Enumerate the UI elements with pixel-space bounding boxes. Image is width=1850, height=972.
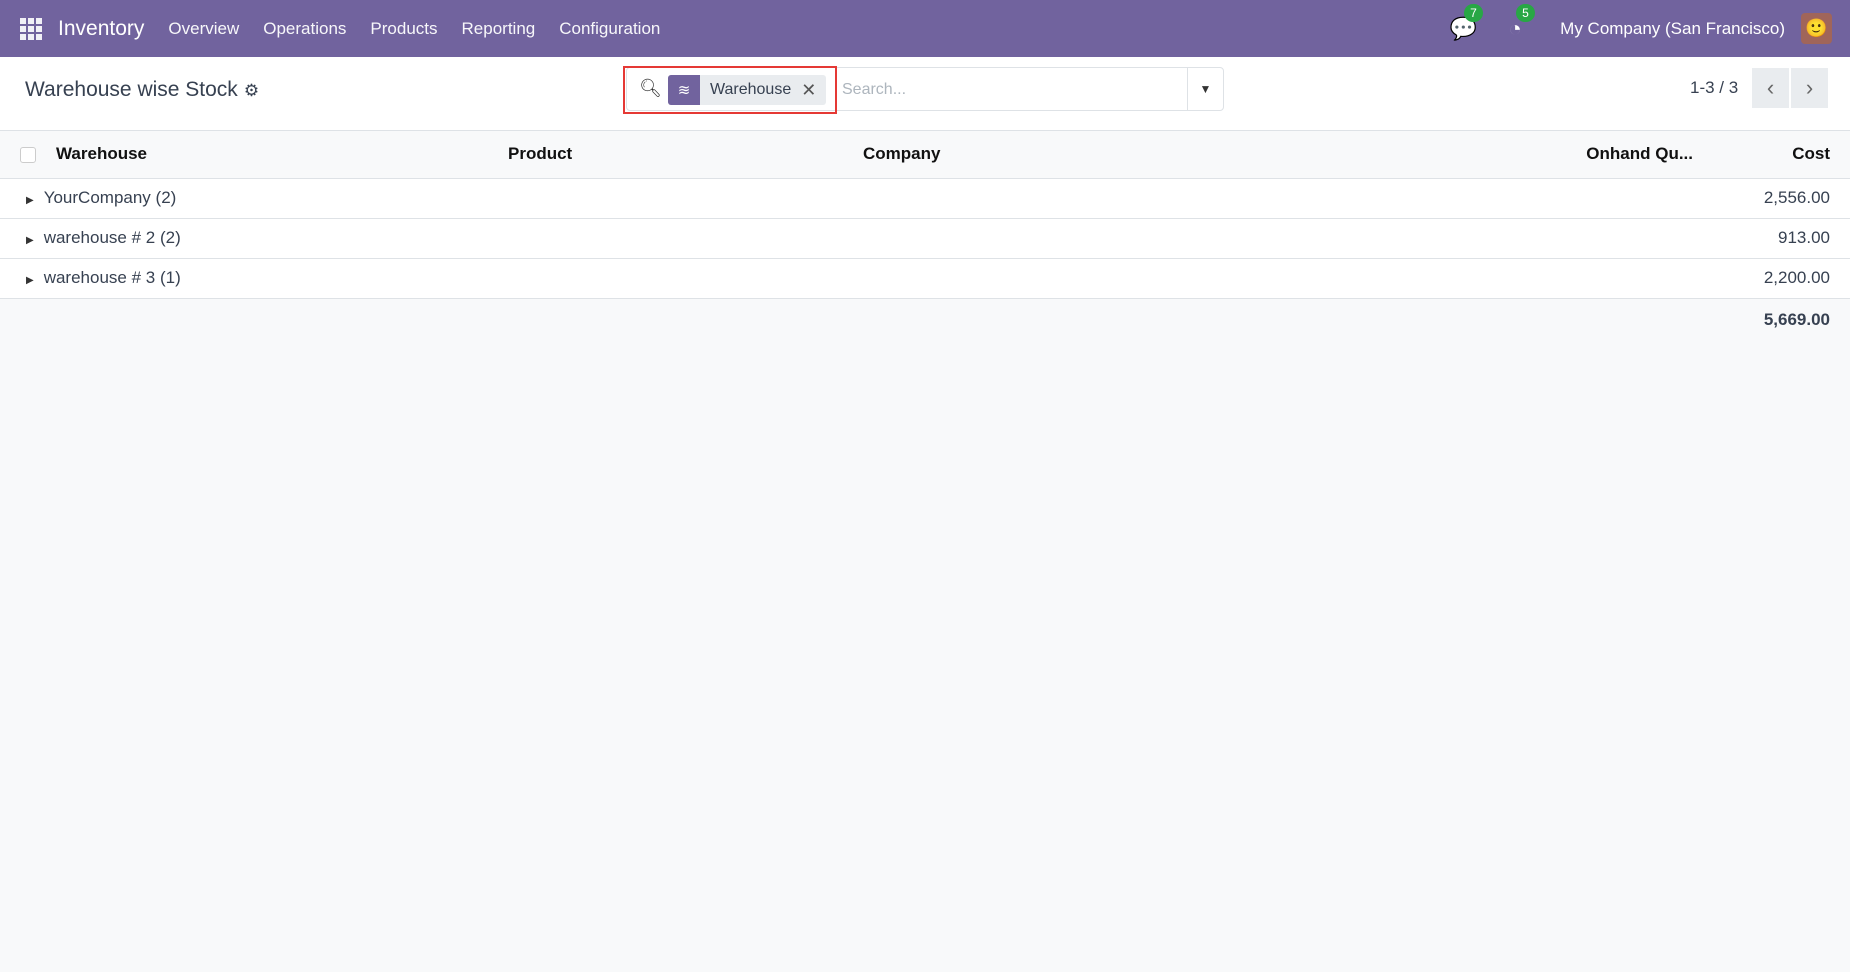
control-panel: Warehouse wise Stock⚙ 🔍︎ ≋ Warehouse ✕ ▼… <box>0 57 1850 131</box>
caret-right-icon: ▶ <box>26 235 34 246</box>
pager-value[interactable]: 1-3 / 3 <box>1690 78 1738 98</box>
menu-products[interactable]: Products <box>370 19 437 39</box>
gear-icon[interactable]: ⚙ <box>244 81 259 100</box>
top-navbar: Inventory Overview Operations Products R… <box>0 0 1850 57</box>
group-row[interactable]: ▶ YourCompany (2) 2,556.00 <box>0 178 1850 219</box>
company-switcher[interactable]: My Company (San Francisco) <box>1560 19 1785 39</box>
user-avatar[interactable]: 🙂 <box>1801 13 1832 44</box>
caret-right-icon: ▶ <box>26 275 34 286</box>
header-cost[interactable]: Cost <box>1693 131 1850 179</box>
menu-overview[interactable]: Overview <box>168 19 239 39</box>
messages-icon[interactable]: 💬 7 <box>1449 3 1483 42</box>
header-company[interactable]: Company <box>863 131 1493 179</box>
group-row[interactable]: ▶ warehouse # 3 (1) 2,200.00 <box>0 258 1850 299</box>
search-input[interactable] <box>842 76 1202 104</box>
activities-icon[interactable]: ◔ 5 <box>1502 3 1535 42</box>
activities-badge: 5 <box>1516 3 1535 22</box>
group-label: warehouse # 3 (1) <box>43 268 181 287</box>
list-table: Warehouse Product Company Onhand Qu... C… <box>0 131 1850 341</box>
group-cost: 2,200.00 <box>1693 258 1850 299</box>
chevron-down-icon[interactable]: ▼ <box>1187 68 1223 110</box>
group-cost: 2,556.00 <box>1693 178 1850 219</box>
total-cost: 5,669.00 <box>1693 298 1850 341</box>
group-label: warehouse # 2 (2) <box>43 228 181 247</box>
highlight-box <box>623 66 837 114</box>
pager-next-button[interactable]: › <box>1791 68 1828 108</box>
header-product[interactable]: Product <box>508 131 863 179</box>
menu-reporting[interactable]: Reporting <box>462 19 536 39</box>
menu-configuration[interactable]: Configuration <box>559 19 660 39</box>
header-onhand-qty[interactable]: Onhand Qu... <box>1493 131 1693 179</box>
group-label: YourCompany (2) <box>43 188 177 207</box>
header-warehouse[interactable]: Warehouse <box>56 131 508 179</box>
pager-previous-button[interactable]: ‹ <box>1752 68 1789 108</box>
page-title: Warehouse wise Stock <box>25 78 238 101</box>
app-menu-icon[interactable] <box>20 17 44 41</box>
messages-badge: 7 <box>1464 3 1483 22</box>
app-name[interactable]: Inventory <box>58 17 144 41</box>
group-row[interactable]: ▶ warehouse # 2 (2) 913.00 <box>0 218 1850 259</box>
select-all-checkbox[interactable] <box>20 146 36 163</box>
group-cost: 913.00 <box>1693 218 1850 259</box>
menu-operations[interactable]: Operations <box>263 19 346 39</box>
caret-right-icon: ▶ <box>26 195 34 206</box>
